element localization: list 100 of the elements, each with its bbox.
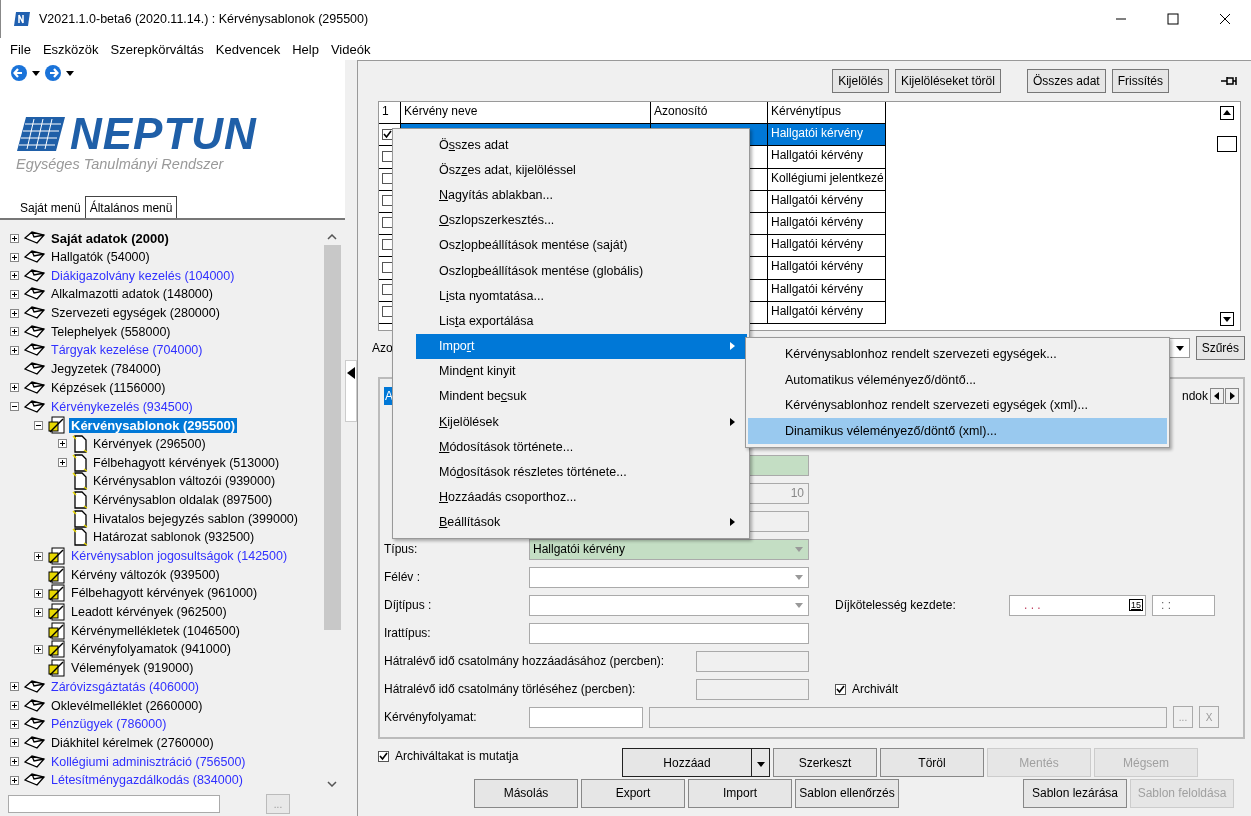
splitter-handle[interactable] — [345, 360, 357, 422]
sidebar-tab[interactable]: Saját menü — [16, 197, 85, 218]
scroll-up-icon[interactable] — [327, 234, 337, 240]
tree-item[interactable]: Alkalmazotti adatok (148000) — [49, 287, 215, 302]
tree-item[interactable]: Kérvények (296500) — [91, 436, 208, 451]
menu-item[interactable]: Lista nyomtatása... — [416, 283, 747, 309]
tree-item[interactable]: Diákhitel kérelmek (2760000) — [49, 735, 216, 750]
tree-item[interactable]: Képzések (1156000) — [49, 380, 168, 395]
toolbar-button[interactable]: Kijelöléseket töröl — [894, 69, 1001, 93]
maximize-icon[interactable] — [1167, 13, 1179, 25]
tree-item[interactable]: Saját adatok (2000) — [49, 230, 171, 246]
menu-item[interactable]: Módosítások története... — [416, 434, 747, 460]
action-button[interactable]: Töröl — [880, 748, 984, 777]
action-button[interactable]: Szerkeszt — [773, 748, 877, 777]
tree-item[interactable]: Kérvényfolyamatok (941000) — [69, 642, 233, 657]
tree-item[interactable]: Hallgatók (54000) — [49, 250, 152, 265]
caret-icon[interactable] — [32, 70, 40, 76]
tree-item[interactable]: Kérvénysablon jogosultságok (142500) — [69, 549, 290, 564]
tree-item[interactable]: Határozat sablonok (932500) — [91, 530, 257, 545]
expand-icon[interactable] — [10, 345, 19, 355]
time-field[interactable]: : : — [1152, 594, 1215, 616]
menu-item[interactable]: Beállítások — [416, 509, 747, 535]
expand-icon[interactable] — [10, 701, 19, 711]
menu-item[interactable]: Kedvencek — [209, 41, 287, 57]
tree-item[interactable]: Kérvénysablon oldalak (897500) — [91, 492, 275, 507]
collapse-icon[interactable] — [10, 402, 19, 412]
tree-item[interactable]: Létesítménygazdálkodás (834000) — [49, 773, 245, 788]
menu-item[interactable]: Oszlopszerkesztés... — [416, 207, 747, 233]
tree-item[interactable]: Pénzügyek (786000) — [49, 717, 169, 732]
sidebar-tab[interactable]: Általános menü — [84, 196, 178, 218]
row-checkbox[interactable] — [382, 283, 393, 295]
action-button[interactable]: Sablon ellenőrzés — [795, 778, 899, 808]
row-checkbox[interactable] — [382, 306, 393, 317]
dropdown-arrow-icon[interactable] — [1175, 345, 1184, 351]
expand-icon[interactable] — [10, 383, 19, 393]
action-button[interactable]: Másolás — [474, 778, 578, 808]
calendar-icon[interactable]: 15 — [1129, 599, 1143, 611]
menu-item[interactable]: Oszlopbeállítások mentése (globális) — [416, 257, 747, 284]
tree-item[interactable]: Vélemények (919000) — [69, 661, 196, 676]
expand-icon[interactable] — [10, 289, 19, 299]
expand-icon[interactable] — [10, 738, 19, 748]
collapse-icon[interactable] — [347, 367, 355, 379]
input-field[interactable] — [529, 706, 643, 728]
action-button[interactable]: Import — [688, 778, 792, 808]
forward-icon[interactable] — [44, 64, 62, 82]
expand-icon[interactable] — [58, 458, 67, 468]
expand-icon[interactable] — [10, 271, 19, 281]
menu-item[interactable]: Kérvénysablonhoz rendelt szervezeti egységek (xml)... — [748, 392, 1167, 419]
menu-item[interactable]: Öszzes adat, kijelöléssel — [416, 157, 747, 183]
scroll-left-icon[interactable] — [1210, 388, 1224, 404]
scroll-up-icon[interactable] — [1220, 106, 1234, 120]
menu-item[interactable]: Összes adat — [416, 132, 747, 158]
back-icon[interactable] — [10, 64, 28, 82]
menu-item[interactable]: Videók — [324, 41, 377, 57]
tree-item[interactable]: Szervezeti egységek (280000) — [49, 306, 222, 321]
menu-item[interactable]: Módosítások részletes története... — [416, 459, 747, 485]
expand-icon[interactable] — [10, 252, 19, 262]
menu-item[interactable]: Kérvénysablonhoz rendelt szervezeti egységek... — [748, 341, 1167, 367]
menu-item[interactable]: Automatikus véleményező/döntő... — [748, 366, 1167, 393]
scroll-right-icon[interactable] — [1225, 388, 1239, 404]
tree-item[interactable]: Oklevélmelléklet (2660000) — [49, 698, 205, 713]
tree-item[interactable]: Félbehagyott kérvények (961000) — [69, 586, 260, 601]
expand-icon[interactable] — [10, 682, 19, 692]
dropdown-field[interactable] — [529, 594, 809, 616]
dropdown-field[interactable] — [529, 566, 809, 588]
caret-icon[interactable] — [66, 70, 74, 76]
action-button[interactable]: Export — [581, 778, 685, 808]
menu-item[interactable]: Help — [286, 41, 325, 57]
expand-icon[interactable] — [34, 607, 43, 617]
tree-item[interactable]: Kérvény változók (939500) — [69, 567, 222, 582]
collapse-icon[interactable] — [34, 420, 43, 430]
menu-item[interactable]: Szerepkörváltás — [104, 41, 210, 57]
tree-item[interactable]: Leadott kérvények (962500) — [69, 605, 229, 620]
tree-item[interactable]: Kérvénysablon változói (939000) — [91, 474, 278, 489]
dropdown-field[interactable]: Hallgatói kérvény — [529, 538, 809, 560]
expand-icon[interactable] — [10, 327, 19, 337]
row-checkbox[interactable] — [382, 239, 393, 251]
tree-item[interactable]: Kérvénykezelés (934500) — [49, 399, 195, 414]
close-icon[interactable] — [1219, 13, 1231, 25]
add-button[interactable]: Hozzáad — [622, 748, 752, 777]
tree-item[interactable]: Kérvénysablonok (295500) — [69, 417, 238, 433]
action-button[interactable]: Sablon lezárása — [1023, 778, 1127, 808]
scroll-thumb[interactable] — [1217, 136, 1237, 152]
expand-icon[interactable] — [10, 775, 19, 785]
scroll-down-icon[interactable] — [327, 781, 337, 787]
row-checkbox[interactable] — [382, 261, 393, 273]
tree-item[interactable]: Záróvizsgáztatás (406000) — [49, 679, 201, 694]
scroll-down-icon[interactable] — [1220, 312, 1234, 326]
input-field[interactable] — [649, 706, 1167, 728]
tree-item[interactable]: Telephelyek (558000) — [49, 324, 173, 339]
expand-icon[interactable] — [34, 588, 43, 598]
filter-button[interactable]: Szűrés — [1195, 336, 1245, 360]
menu-item[interactable]: Dinamikus véleményező/döntő (xml)... — [748, 418, 1167, 444]
toolbar-button[interactable]: Frissítés — [1111, 69, 1169, 93]
tree-item[interactable]: Kollégiumi adminisztráció (756500) — [49, 754, 248, 769]
menu-item[interactable]: Eszközök — [36, 41, 105, 57]
checkbox[interactable] — [378, 750, 389, 762]
toolbar-button[interactable]: Összes adat — [1026, 69, 1106, 93]
menu-item[interactable]: Lista exportálása — [416, 308, 747, 334]
expand-icon[interactable] — [10, 757, 19, 767]
